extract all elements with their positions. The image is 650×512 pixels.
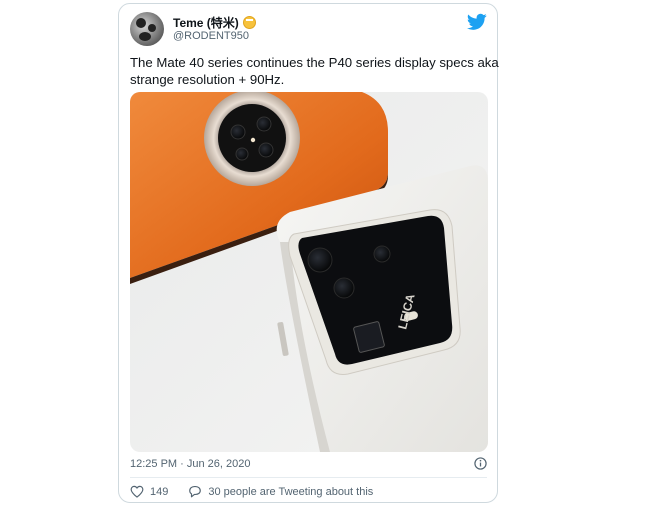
like-count[interactable]: 149 xyxy=(150,486,168,498)
tweet-card[interactable]: Teme (特米) @RODENT950 The Mate 40 series … xyxy=(118,3,499,503)
tweeting-about-link[interactable]: 30 people are Tweeting about this xyxy=(208,486,373,498)
speech-bubble-icon[interactable] xyxy=(188,485,202,498)
tweet-text-line: The Mate 40 series continues the P40 ser… xyxy=(130,55,499,70)
author-name[interactable]: Teme (特米) xyxy=(173,14,256,31)
avatar[interactable] xyxy=(130,12,164,46)
divider xyxy=(130,477,487,478)
info-icon[interactable] xyxy=(474,457,487,470)
tweet-photo[interactable]: LEICA xyxy=(130,92,488,452)
twitter-bird-icon[interactable] xyxy=(467,13,487,31)
tweet-timestamp[interactable]: 12:25 PM · Jun 26, 2020 xyxy=(130,458,250,470)
phones-photo: LEICA xyxy=(130,92,488,452)
emoji-grin-icon xyxy=(242,16,256,29)
tweet-text: The Mate 40 series continues the P40 ser… xyxy=(130,54,499,88)
author-name-text[interactable]: Teme (特米) xyxy=(173,14,239,31)
author-handle[interactable]: @RODENT950 xyxy=(173,30,249,42)
tweet-text-line: strange resolution + 90Hz. xyxy=(130,72,285,87)
heart-icon[interactable] xyxy=(130,485,144,498)
tweet-actions: 149 30 people are Tweeting about this xyxy=(130,485,373,498)
